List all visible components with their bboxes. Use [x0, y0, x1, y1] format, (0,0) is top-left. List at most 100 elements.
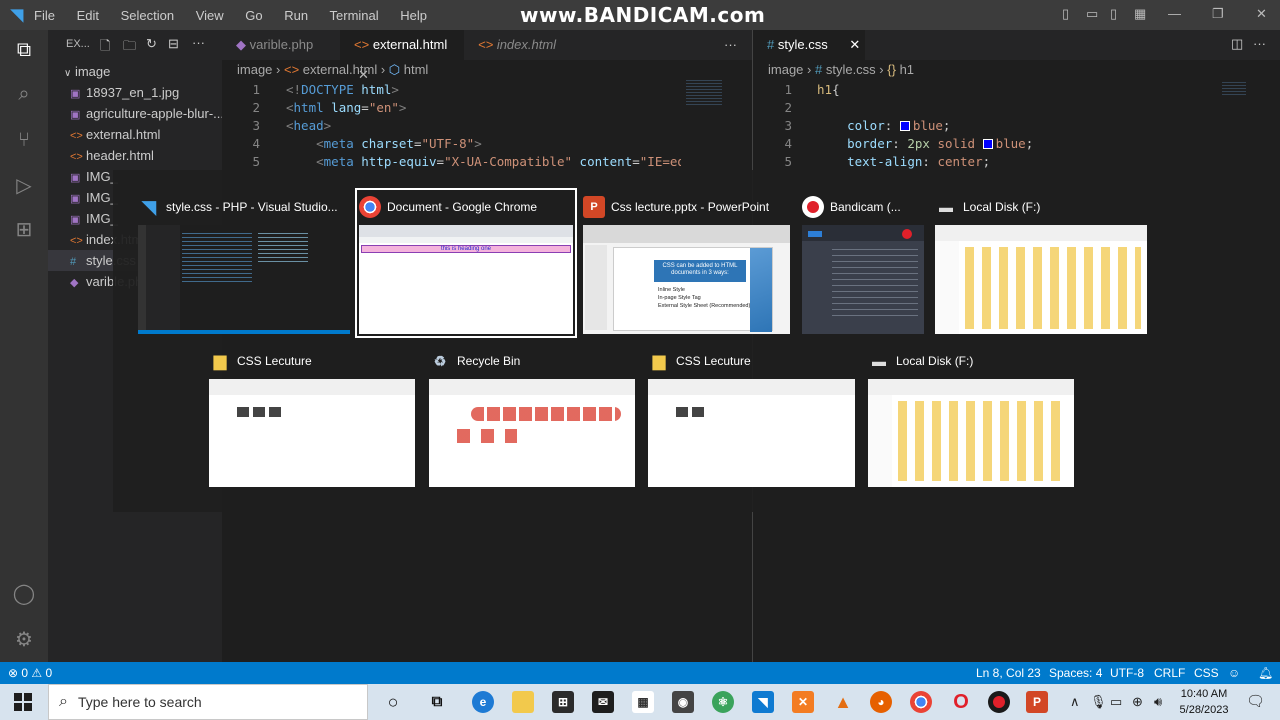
minimap[interactable] [686, 80, 722, 106]
more-actions-icon[interactable]: ··· [724, 37, 737, 52]
menu-view[interactable]: View [196, 8, 224, 23]
folder-image[interactable]: ∨ image [48, 61, 222, 82]
switcher-window-chrome[interactable]: Document - Google Chrome this is heading… [355, 188, 577, 338]
color-swatch-icon[interactable] [899, 121, 910, 131]
image-viewer-icon[interactable]: ▦ [632, 691, 654, 713]
notifications-bell-icon[interactable]: 🔔︎ [1258, 666, 1273, 680]
collapse-all-icon[interactable]: ⊟ [168, 36, 179, 52]
tab-style-css[interactable]: # style.css ✕ [753, 30, 865, 60]
file-item[interactable]: ▣ 18937_en_1.jpg [48, 82, 222, 103]
menu-selection[interactable]: Selection [121, 8, 174, 23]
menu-run[interactable]: Run [284, 8, 308, 23]
tab-varible-php[interactable]: ◆ varible.php [222, 30, 340, 60]
close-tab-icon[interactable]: ✕ [849, 37, 860, 52]
task-view-icon[interactable]: ⧉ [426, 691, 448, 713]
breadcrumb: image › # style.css › {} h1 [768, 62, 915, 77]
clock[interactable]: 10:40 AM 5/28/2023 [1178, 686, 1230, 718]
css-code[interactable]: h1{ color: blue; border: 2px solid blue;… [817, 81, 1217, 171]
encoding[interactable]: UTF-8 [1110, 666, 1144, 680]
toggle-sidebar-icon[interactable]: ▯ [1062, 6, 1069, 22]
toggle-panel-icon[interactable]: ▭ [1086, 6, 1098, 22]
left-editor-tabs: ◆ varible.php <> external.html ✕ <> inde… [222, 30, 752, 82]
switcher-window-bandicam[interactable]: Bandicam (... [802, 192, 924, 334]
microphone-icon[interactable]: 🎙︎ [1090, 694, 1107, 710]
opera-icon[interactable]: O [950, 691, 972, 713]
switcher-window-css-lecuture-2[interactable]: ▆ CSS Lecuture [648, 346, 855, 487]
xampp-icon[interactable]: ✕ [792, 691, 814, 713]
extensions-icon[interactable]: ⊞ [10, 216, 38, 244]
activity-bar: ⧉ ⌕ ⑂ ▷ ⊞ ◯ ⚙ [0, 30, 48, 662]
file-item[interactable]: <> external.html [48, 124, 222, 145]
menu-file[interactable]: File [34, 8, 55, 23]
split-editor-icon[interactable]: ◫ [1231, 36, 1243, 52]
vlc-icon[interactable]: ▲ [832, 691, 854, 713]
menu-help[interactable]: Help [400, 8, 427, 23]
vscode-taskbar-icon[interactable]: ◥ [752, 691, 774, 713]
tab-index-html[interactable]: <> index.html [464, 30, 574, 60]
tab-external-html[interactable]: <> external.html ✕ [340, 30, 464, 82]
file-explorer-icon[interactable] [512, 691, 534, 713]
search-icon[interactable]: ⌕ [10, 80, 38, 108]
cursor-position[interactable]: Ln 8, Col 23 [976, 666, 1041, 680]
language-mode[interactable]: CSS [1194, 666, 1219, 680]
atom-icon[interactable]: ⚛ [712, 691, 734, 713]
indentation[interactable]: Spaces: 4 [1049, 666, 1102, 680]
new-file-icon[interactable]: 🗋 [100, 37, 110, 59]
store-icon[interactable]: ⊞ [552, 691, 574, 713]
bandicam-icon [802, 196, 824, 218]
toggle-secondary-sidebar-icon[interactable]: ▯ [1110, 6, 1117, 22]
close-icon[interactable]: ✕ [1256, 6, 1267, 22]
source-control-icon[interactable]: ⑂ [10, 126, 38, 154]
switcher-window-css-lecuture[interactable]: ▆ CSS Lecuture [209, 346, 415, 487]
title-bar: ◥ File Edit Selection View Go Run Termin… [0, 0, 1280, 30]
volume-icon[interactable]: 🔊︎ [1154, 694, 1162, 710]
powerpoint-taskbar-icon[interactable]: P [1026, 691, 1048, 713]
edge-icon[interactable]: e [472, 691, 494, 713]
customize-layout-icon[interactable]: ▦ [1134, 6, 1146, 22]
windows-start-icon[interactable] [14, 693, 32, 711]
image-file-icon: ▣ [70, 88, 81, 100]
network-icon[interactable]: ⊕ [1132, 694, 1143, 710]
minimize-icon[interactable]: — [1168, 6, 1181, 21]
switcher-window-vscode[interactable]: ◥ style.css - PHP - Visual Studio... [138, 192, 350, 334]
account-icon[interactable]: ◯ [10, 580, 38, 608]
end-of-line[interactable]: CRLF [1154, 666, 1185, 680]
restore-icon[interactable]: ❐ [1212, 6, 1224, 22]
html-code[interactable]: <!DOCTYPE html> <html lang="en"> <head> … [286, 81, 681, 171]
file-item[interactable]: <> header.html [48, 145, 222, 166]
window-thumbnail [138, 225, 350, 334]
taskbar-search-box[interactable]: ⌕ Type here to search [48, 684, 368, 720]
show-hidden-icons-icon[interactable]: ∧ [1070, 694, 1080, 710]
switcher-window-recycle-bin[interactable]: ♻ Recycle Bin [429, 346, 635, 487]
mail-icon[interactable]: ✉ [592, 691, 614, 713]
bandicam-taskbar-icon[interactable] [988, 691, 1010, 713]
action-center-icon[interactable]: 🗨︎ [1246, 692, 1265, 710]
camera-icon[interactable]: ◉ [672, 691, 694, 713]
image-file-icon: ▣ [70, 214, 81, 226]
feedback-icon[interactable]: ☺ [1228, 666, 1240, 680]
menu-edit[interactable]: Edit [77, 8, 99, 23]
minimap[interactable] [1222, 82, 1246, 96]
image-file-icon: ▣ [70, 193, 81, 205]
refresh-icon[interactable]: ↻ [146, 36, 157, 52]
status-bar: ⊗ 0 ⚠ 0 Ln 8, Col 23 Spaces: 4 UTF-8 CRL… [0, 662, 1280, 684]
menu-terminal[interactable]: Terminal [330, 8, 379, 23]
new-folder-icon[interactable]: 🗀 [123, 37, 136, 59]
switcher-window-powerpoint[interactable]: P Css lecture.pptx - PowerPoint CSS can b… [583, 192, 790, 334]
battery-icon[interactable]: ▭ [1110, 694, 1122, 710]
html-file-icon: <> [478, 37, 494, 52]
chrome-taskbar-icon[interactable] [910, 691, 932, 713]
more-actions-icon[interactable]: ··· [192, 35, 205, 50]
problems-indicator[interactable]: ⊗ 0 ⚠ 0 [8, 666, 52, 680]
more-actions-icon[interactable]: ··· [1253, 36, 1266, 51]
menu-go[interactable]: Go [245, 8, 262, 23]
switcher-window-local-disk-2[interactable]: ▬ Local Disk (F:) [868, 346, 1074, 487]
cortana-icon[interactable]: ○ [382, 691, 404, 713]
color-swatch-icon[interactable] [982, 139, 993, 149]
settings-gear-icon[interactable]: ⚙ [10, 626, 38, 654]
run-debug-icon[interactable]: ▷ [10, 172, 38, 200]
file-item[interactable]: ▣ agriculture-apple-blur-... [48, 103, 222, 124]
firefox-icon[interactable]: ◕ [870, 691, 892, 713]
explorer-icon[interactable]: ⧉ [10, 36, 38, 64]
switcher-window-local-disk[interactable]: ▬ Local Disk (F:) [935, 192, 1147, 334]
